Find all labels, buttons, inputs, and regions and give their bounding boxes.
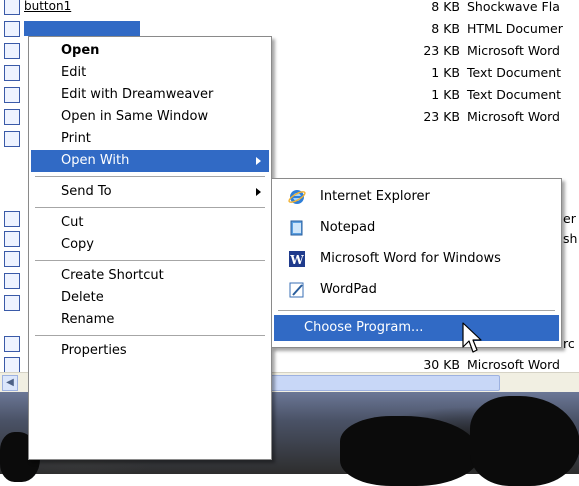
file-size: 8 KB	[431, 0, 460, 14]
file-size: 8 KB	[431, 21, 460, 36]
file-size: 1 KB	[431, 87, 460, 102]
menu-item-label: Open in Same Window	[61, 109, 209, 124]
menu-item-create-shortcut[interactable]: Create Shortcut	[31, 265, 269, 287]
internet-explorer-icon	[288, 190, 306, 204]
menu-separator	[35, 176, 265, 177]
file-name: button1	[24, 0, 72, 13]
word-file-icon	[4, 131, 20, 147]
file-icon	[4, 211, 20, 227]
scrollbar-thumb[interactable]	[270, 375, 500, 391]
word-file-icon	[4, 43, 20, 59]
submenu-item-choose-program[interactable]: Choose Program...	[274, 315, 559, 341]
menu-item-print[interactable]: Print	[31, 128, 269, 150]
submenu-item-wordpad[interactable]: WordPad	[274, 274, 559, 305]
submenu-arrow-icon	[256, 188, 261, 196]
submenu-item-label: Notepad	[320, 220, 376, 235]
file-icon	[4, 231, 20, 247]
menu-item-edit-dreamweaver[interactable]: Edit with Dreamweaver	[31, 84, 269, 106]
submenu-item-label: WordPad	[320, 282, 377, 297]
word-file-icon	[4, 336, 20, 352]
menu-item-open-with[interactable]: Open With	[31, 150, 269, 172]
menu-item-label: Print	[61, 131, 91, 146]
menu-item-label: Edit	[61, 65, 87, 80]
word-file-icon	[4, 109, 20, 125]
menu-item-properties[interactable]: Properties	[31, 340, 269, 362]
word-file-icon	[4, 357, 20, 373]
menu-item-open[interactable]: Open	[31, 40, 269, 62]
notepad-icon	[290, 220, 303, 236]
menu-item-open-same-window[interactable]: Open in Same Window	[31, 106, 269, 128]
submenu-item-label: Choose Program...	[304, 320, 424, 335]
file-type: sh	[563, 231, 578, 246]
submenu-item-internet-explorer[interactable]: Internet Explorer	[274, 181, 559, 212]
submenu-item-label: Internet Explorer	[320, 189, 430, 204]
file-type: Text Document	[467, 65, 562, 80]
submenu-item-notepad[interactable]: Notepad	[274, 212, 559, 243]
word-icon: W	[289, 251, 305, 267]
file-icon	[4, 273, 20, 289]
file-type: rc	[563, 336, 575, 351]
file-size: 23 KB	[423, 109, 460, 124]
menu-item-label: Open With	[61, 153, 130, 168]
shockwave-file-icon	[4, 0, 20, 15]
file-type: Microsoft Word	[467, 43, 560, 58]
file-icon	[4, 251, 20, 267]
menu-item-send-to[interactable]: Send To	[31, 181, 269, 203]
file-size: 1 KB	[431, 65, 460, 80]
menu-item-delete[interactable]: Delete	[31, 287, 269, 309]
file-size: 30 KB	[423, 357, 460, 372]
menu-item-label: Properties	[61, 343, 127, 358]
file-type: Shockwave Fla	[467, 0, 560, 14]
mouse-cursor-icon	[462, 322, 482, 353]
file-type: Microsoft Word	[467, 357, 560, 372]
menu-item-label: Send To	[61, 184, 112, 199]
menu-item-label: Cut	[61, 215, 84, 230]
photo-shadow	[340, 416, 480, 486]
menu-separator	[278, 310, 555, 311]
text-file-icon	[4, 87, 20, 103]
svg-text:W: W	[289, 253, 304, 267]
context-menu: Open Edit Edit with Dreamweaver Open in …	[28, 36, 272, 460]
submenu-item-label: Microsoft Word for Windows	[320, 251, 501, 266]
menu-item-label: Edit with Dreamweaver	[61, 87, 214, 102]
menu-item-cut[interactable]: Cut	[31, 212, 269, 234]
submenu-item-word[interactable]: W Microsoft Word for Windows	[274, 243, 559, 274]
file-name-selected	[24, 21, 140, 36]
photo-shadow	[470, 396, 579, 486]
file-type: HTML Documer	[467, 21, 563, 36]
menu-item-copy[interactable]: Copy	[31, 234, 269, 256]
menu-item-label: Delete	[61, 290, 104, 305]
file-type: Microsoft Word	[467, 109, 560, 124]
html-file-icon	[4, 21, 20, 37]
file-type: Text Document	[467, 87, 562, 102]
menu-item-label: Rename	[61, 312, 115, 327]
wordpad-icon	[289, 282, 304, 298]
text-file-icon	[4, 65, 20, 81]
open-with-submenu: Internet Explorer Notepad W Microsoft Wo…	[271, 178, 562, 348]
menu-item-label: Copy	[61, 237, 94, 252]
menu-item-label: Create Shortcut	[61, 268, 164, 283]
menu-item-edit[interactable]: Edit	[31, 62, 269, 84]
file-row[interactable]: button1 8 KB Shockwave Fla	[0, 0, 579, 18]
menu-separator	[35, 260, 265, 261]
menu-item-label: Open	[61, 43, 100, 58]
file-size: 23 KB	[423, 43, 460, 58]
scroll-left-icon[interactable]: ◀	[2, 375, 18, 391]
file-type: er	[563, 211, 576, 226]
submenu-arrow-icon	[256, 157, 261, 165]
file-icon	[4, 295, 20, 311]
menu-separator	[35, 207, 265, 208]
menu-item-rename[interactable]: Rename	[31, 309, 269, 331]
menu-separator	[35, 335, 265, 336]
